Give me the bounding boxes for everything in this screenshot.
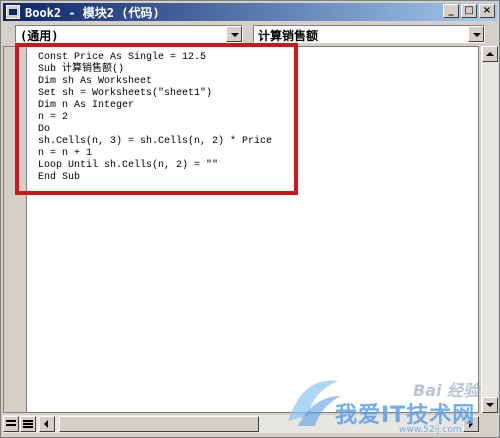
vertical-scrollbar[interactable] xyxy=(481,46,498,413)
close-button[interactable]: × xyxy=(479,4,495,18)
title-buttons: _ □ × xyxy=(443,4,495,18)
minimize-button[interactable]: _ xyxy=(443,4,459,18)
procedure-view-icon[interactable] xyxy=(3,416,19,432)
maximize-button[interactable]: □ xyxy=(461,4,477,18)
window-title: Book2 - 模块2 (代码) xyxy=(25,6,160,20)
procedure-dropdown[interactable]: 计算销售额 xyxy=(253,25,485,43)
object-dropdown[interactable]: (通用) xyxy=(15,25,243,43)
highlight-box xyxy=(15,43,298,195)
window-icon[interactable] xyxy=(6,5,20,19)
scroll-right-arrow-icon[interactable] xyxy=(463,416,479,432)
vba-code-window: Book2 - 模块2 (代码) _ □ × (通用) 计算销售额 Const … xyxy=(0,0,500,438)
scroll-thumb[interactable] xyxy=(59,416,259,432)
full-module-view-icon[interactable] xyxy=(20,416,36,432)
scroll-left-arrow-icon[interactable] xyxy=(39,416,55,432)
procedure-dropdown-value: 计算销售额 xyxy=(258,29,319,43)
chevron-down-icon[interactable] xyxy=(226,26,242,42)
scroll-up-arrow-icon[interactable] xyxy=(482,46,498,62)
chevron-down-icon[interactable] xyxy=(468,26,484,42)
scroll-down-arrow-icon[interactable] xyxy=(482,397,498,413)
title-bar[interactable]: Book2 - 模块2 (代码) _ □ × xyxy=(3,3,497,21)
horizontal-scrollbar[interactable] xyxy=(3,415,479,433)
object-dropdown-value: (通用) xyxy=(20,29,59,43)
